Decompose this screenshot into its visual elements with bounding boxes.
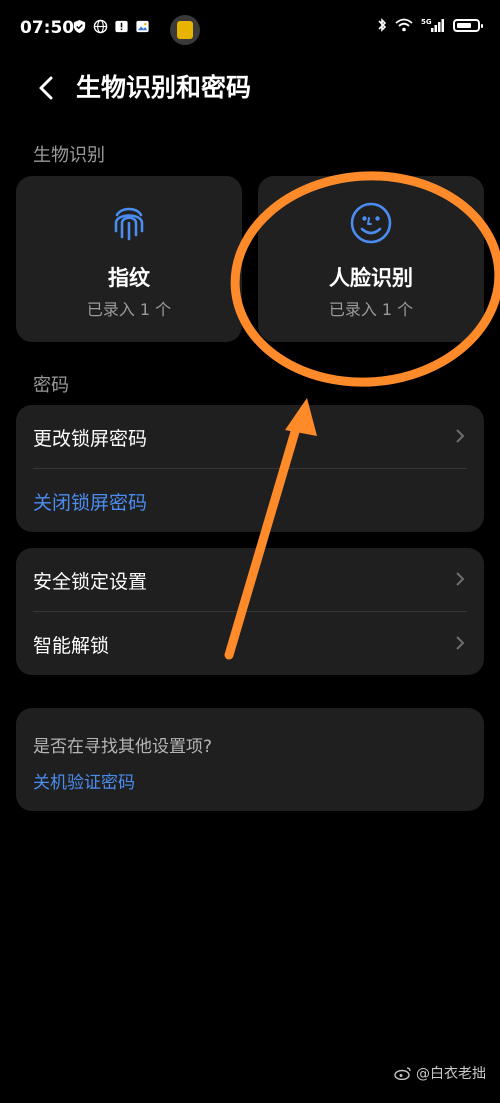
fingerprint-icon bbox=[114, 207, 144, 241]
face-icon bbox=[350, 202, 392, 244]
status-icons-right: 5G bbox=[377, 17, 483, 33]
smart-unlock-label: 智能解锁 bbox=[33, 635, 110, 657]
status-bar: 07:50 5G bbox=[0, 0, 500, 60]
section-label-biometrics: 生物识别 bbox=[33, 145, 105, 166]
page-title: 生物识别和密码 bbox=[76, 73, 252, 102]
weibo-logo-icon bbox=[394, 1067, 411, 1080]
battery-icon bbox=[453, 18, 483, 32]
back-arrow-icon[interactable] bbox=[28, 70, 64, 106]
suggestion-card: 是否在寻找其他设置项? 关机验证密码 bbox=[16, 708, 484, 811]
face-recognition-card[interactable]: 人脸识别 已录入 1 个 bbox=[258, 176, 484, 342]
fingerprint-card[interactable]: 指纹 已录入 1 个 bbox=[16, 176, 242, 342]
status-icons-left bbox=[72, 19, 150, 34]
face-subtitle: 已录入 1 个 bbox=[328, 300, 414, 319]
smart-unlock-row[interactable]: 智能解锁 bbox=[16, 612, 484, 675]
security-lock-settings-row[interactable]: 安全锁定设置 bbox=[16, 548, 484, 611]
change-lock-password-label: 更改锁屏密码 bbox=[33, 428, 148, 450]
security-lock-settings-label: 安全锁定设置 bbox=[33, 571, 148, 593]
wifi-icon bbox=[395, 18, 413, 32]
shield-icon bbox=[73, 19, 86, 34]
change-lock-password-row[interactable]: 更改锁屏密码 bbox=[16, 405, 484, 468]
section-label-password: 密码 bbox=[33, 375, 69, 396]
shutdown-verify-password-link[interactable]: 关机验证密码 bbox=[33, 768, 135, 793]
suggestion-question: 是否在寻找其他设置项? bbox=[33, 737, 213, 757]
gallery-icon bbox=[136, 20, 149, 33]
watermark-text: @白衣老拙 bbox=[416, 1066, 486, 1082]
bluetooth-icon bbox=[378, 18, 387, 32]
password-group: 更改锁屏密码 关闭锁屏密码 bbox=[16, 405, 484, 532]
chevron-right-icon bbox=[456, 572, 465, 586]
app-notification-icon bbox=[170, 15, 200, 45]
security-group: 安全锁定设置 智能解锁 bbox=[16, 548, 484, 675]
disable-lock-password-link[interactable]: 关闭锁屏密码 bbox=[33, 488, 147, 515]
fingerprint-subtitle: 已录入 1 个 bbox=[86, 300, 172, 319]
chevron-right-icon bbox=[456, 636, 465, 650]
cellular-signal-icon: 5G bbox=[421, 18, 444, 32]
disable-lock-password-row[interactable]: 关闭锁屏密码 bbox=[16, 469, 484, 532]
fingerprint-title: 指纹 bbox=[108, 266, 150, 290]
chevron-right-icon bbox=[456, 429, 465, 443]
watermark: @白衣老拙 bbox=[394, 1063, 486, 1083]
face-title: 人脸识别 bbox=[329, 266, 413, 290]
network-type-label: 5G bbox=[421, 18, 432, 26]
globe-icon bbox=[93, 19, 108, 34]
notification-alert-icon bbox=[115, 20, 128, 33]
header: 生物识别和密码 bbox=[0, 60, 500, 116]
status-time: 07:50 bbox=[20, 18, 75, 38]
